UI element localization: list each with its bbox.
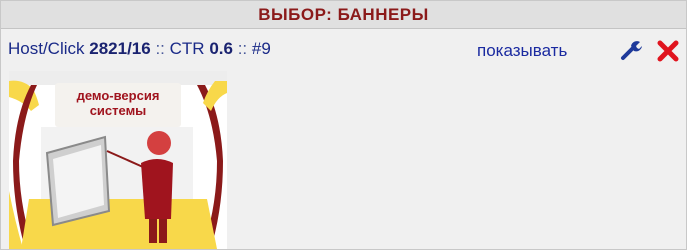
panel-title: ВЫБОР: БАННЕРЫ	[1, 1, 686, 29]
ctr-value: 0.6	[209, 39, 233, 58]
host-click-label: Host/Click	[8, 39, 85, 58]
close-icon[interactable]	[656, 39, 680, 63]
stats-separator: ::	[155, 39, 165, 58]
banner-caption-line2: системы	[89, 103, 147, 118]
banners-panel: ВЫБОР: БАННЕРЫ Host/Click 2821/16 :: CTR…	[0, 0, 687, 250]
banner-caption-line1: демо-версия	[76, 88, 160, 103]
banner-stats: Host/Click 2821/16 :: CTR 0.6 :: #9	[8, 39, 271, 59]
banner-thumbnail[interactable]: демо-версия системы	[9, 71, 227, 249]
banner-index: #9	[251, 39, 271, 58]
show-link[interactable]: показывать	[477, 41, 567, 61]
ctr-label: CTR	[169, 39, 205, 58]
wrench-icon[interactable]	[620, 39, 642, 61]
stats-separator: ::	[237, 39, 248, 58]
host-click-value: 2821/16	[89, 39, 151, 58]
